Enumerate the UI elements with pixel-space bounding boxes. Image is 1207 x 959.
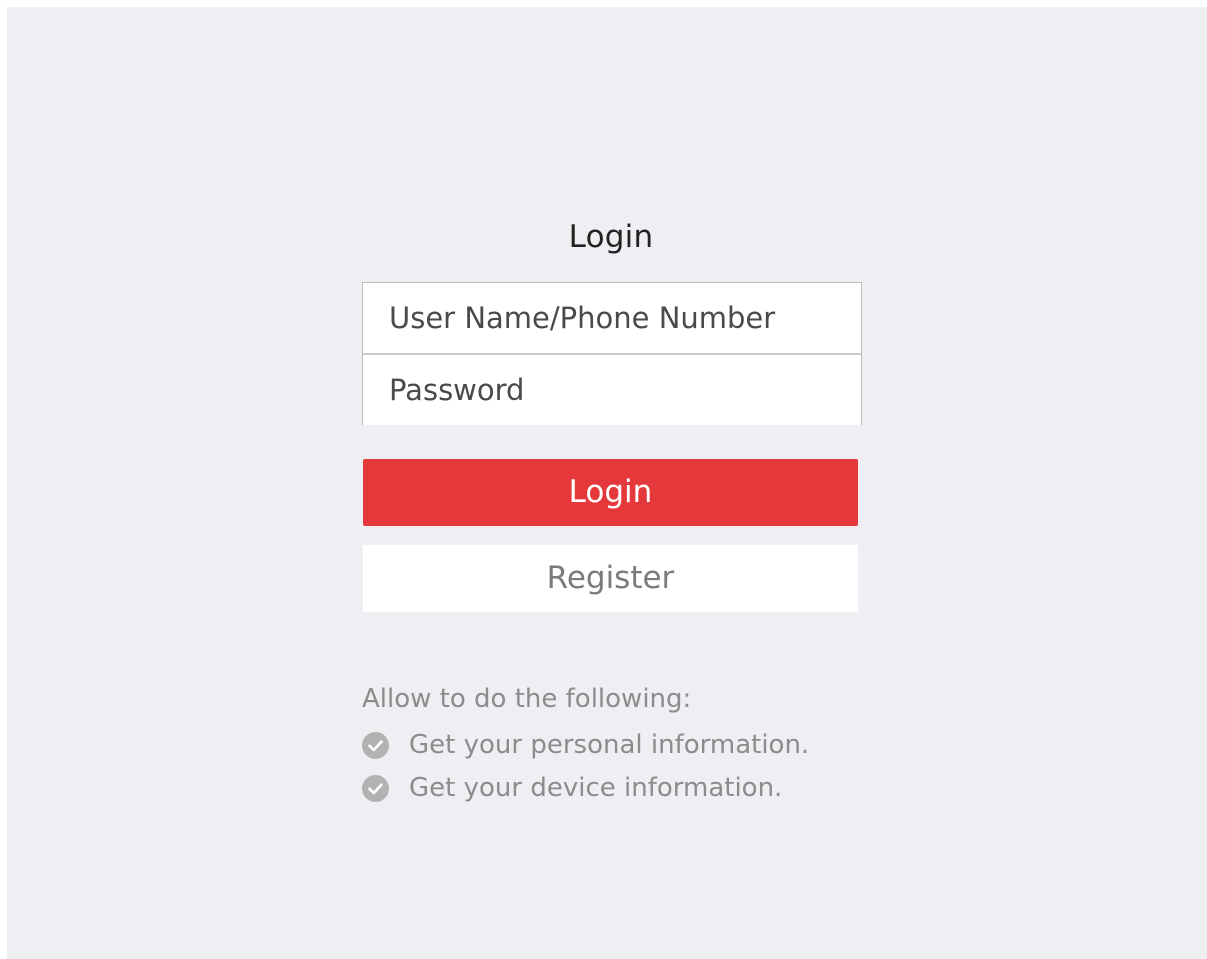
login-button[interactable]: Login bbox=[363, 459, 858, 526]
permission-item: Get your device information. bbox=[362, 772, 782, 804]
page-title: Login bbox=[568, 219, 654, 255]
username-input[interactable] bbox=[363, 283, 861, 353]
permission-text: Get your device information. bbox=[409, 773, 783, 803]
check-circle-icon bbox=[362, 774, 389, 802]
register-button[interactable]: Register bbox=[363, 545, 858, 612]
permission-item: Get your personal information. bbox=[362, 729, 809, 761]
login-page: Login Login Register Allow to do the fol… bbox=[7, 7, 1207, 959]
permission-text: Get your personal information. bbox=[409, 730, 810, 760]
permissions-heading: Allow to do the following: bbox=[362, 684, 692, 714]
password-input[interactable] bbox=[363, 355, 861, 425]
check-circle-icon bbox=[362, 731, 389, 759]
credentials-group bbox=[362, 282, 862, 425]
